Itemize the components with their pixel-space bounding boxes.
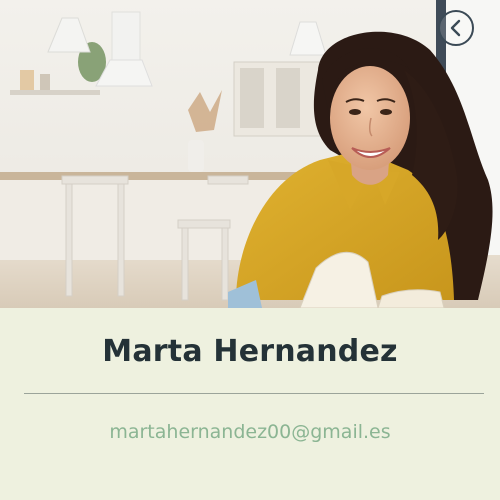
profile-info: Marta Hernandez martahernandez00@gmail.e… xyxy=(0,308,500,500)
profile-card: Marta Hernandez martahernandez00@gmail.e… xyxy=(0,0,500,500)
back-button[interactable] xyxy=(438,10,474,46)
profile-email-link[interactable]: martahernandez00@gmail.es xyxy=(0,421,500,443)
profile-name: Marta Hernandez xyxy=(102,334,398,369)
chevron-left-icon xyxy=(450,19,461,37)
divider xyxy=(24,393,484,394)
profile-photo xyxy=(0,0,500,308)
